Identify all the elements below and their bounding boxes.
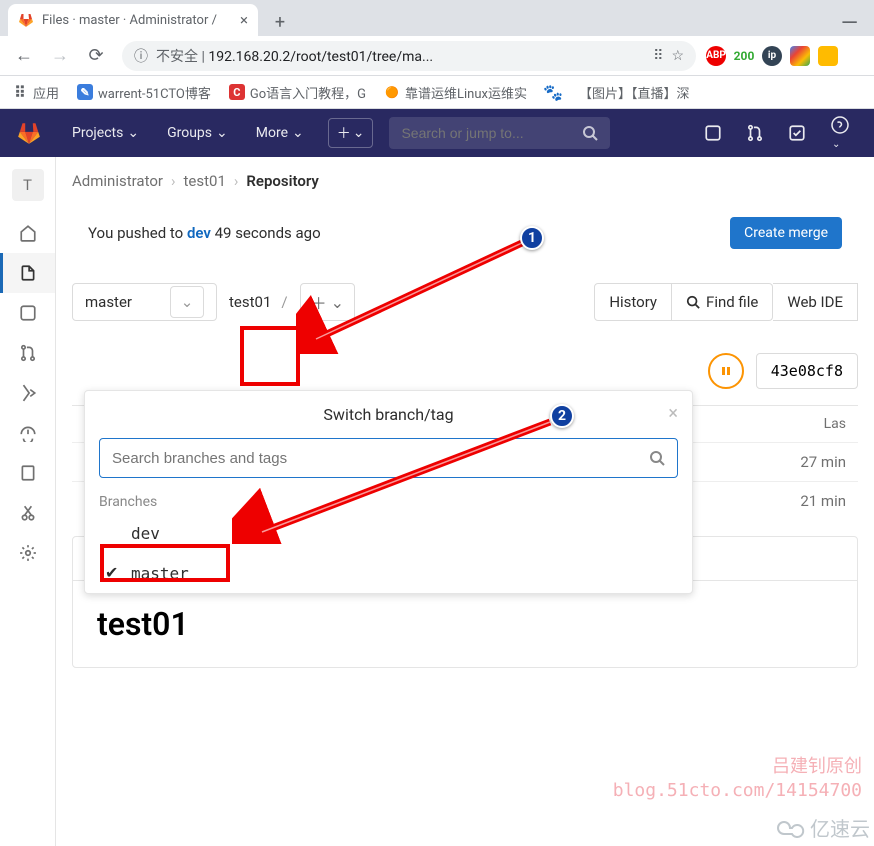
close-icon[interactable]: × xyxy=(668,403,678,424)
chevron-down-icon: ⌄ xyxy=(127,125,139,141)
push-banner: You pushed to dev 49 seconds ago Create … xyxy=(72,205,858,261)
sidebar-merge-requests[interactable] xyxy=(0,333,55,373)
tab-title: Files · master · Administrator / xyxy=(42,13,217,28)
sidebar-issues[interactable] xyxy=(0,293,55,333)
file-time: 21 min xyxy=(800,492,846,510)
more-icon[interactable] xyxy=(846,46,866,66)
readme-title: test01 xyxy=(97,605,833,643)
gtranslate-icon[interactable] xyxy=(790,46,810,66)
path-breadcrumb: test01 / xyxy=(229,293,288,311)
extension-icons: ABP 200 ip xyxy=(706,46,866,66)
find-file-button[interactable]: Find file xyxy=(672,283,773,321)
issues-icon[interactable] xyxy=(696,116,730,150)
history-button[interactable]: History xyxy=(594,283,672,321)
gitlab-logo-icon[interactable] xyxy=(16,120,42,146)
watermark: 吕建钊原创 blog.51cto.com/14154700 xyxy=(613,755,862,802)
annotation-badge-2: 2 xyxy=(550,404,574,428)
todos-icon[interactable] xyxy=(780,116,814,150)
branch-search-input[interactable] xyxy=(112,450,649,467)
search-icon xyxy=(582,125,598,141)
browser-tab-strip: Files · master · Administrator / × + — xyxy=(0,0,874,36)
abp-icon[interactable]: ABP xyxy=(706,46,726,66)
address-bar[interactable]: ⓘ 不安全 | 192.168.20.2/root/test01/tree/ma… xyxy=(122,41,696,71)
forward-button[interactable]: → xyxy=(44,40,76,72)
bookmark-warrent[interactable]: ✎warrent-51CTO博客 xyxy=(77,83,211,102)
chevron-right-icon: › xyxy=(171,172,176,190)
breadcrumb: Administrator › test01 › Repository xyxy=(72,157,858,205)
search-icon xyxy=(686,295,700,309)
plus-icon: ＋ xyxy=(311,290,327,314)
chevron-down-icon: ⌄ xyxy=(216,125,228,141)
new-button[interactable]: ＋⌄ xyxy=(328,118,374,148)
search-icon xyxy=(649,450,665,466)
bookmark-go[interactable]: CGo语言入门教程，G xyxy=(229,83,366,102)
nav-search[interactable] xyxy=(389,117,610,149)
chevron-down-icon: ⌄ xyxy=(292,125,304,141)
branch-name: master xyxy=(85,293,132,311)
help-icon[interactable]: ⌄ xyxy=(822,107,858,159)
sidebar-repository[interactable] xyxy=(0,253,55,293)
plus-icon: ＋ xyxy=(337,123,351,143)
chevron-right-icon: › xyxy=(234,172,239,190)
browser-tab[interactable]: Files · master · Administrator / × xyxy=(8,4,258,36)
nav-groups[interactable]: Groups ⌄ xyxy=(157,117,238,149)
file-time: 27 min xyxy=(800,453,846,471)
repo-toolbar: master ⌄ test01 / ＋⌄ History Find file W… xyxy=(72,283,858,321)
sidebar-settings[interactable] xyxy=(0,533,55,573)
extension-icon[interactable] xyxy=(818,46,838,66)
chevron-down-icon: ⌄ xyxy=(331,293,344,312)
branch-item-dev[interactable]: dev xyxy=(85,514,692,553)
gitlab-top-nav: Projects ⌄ Groups ⌄ More ⌄ ＋⌄ ⌄ xyxy=(0,109,874,157)
sidebar-operations[interactable] xyxy=(0,413,55,453)
info-icon: ⓘ xyxy=(134,46,148,66)
sidebar-wiki[interactable] xyxy=(0,453,55,493)
pipeline-pending-icon[interactable] xyxy=(708,353,744,389)
sidebar-snippets[interactable] xyxy=(0,493,55,533)
web-ide-button[interactable]: Web IDE xyxy=(773,283,858,321)
translate-icon[interactable]: ⠿ xyxy=(653,48,663,64)
chevron-down-icon: ⌄ xyxy=(170,286,204,318)
ip-icon[interactable]: ip xyxy=(762,46,782,66)
badge-200: 200 xyxy=(734,46,754,66)
nav-more[interactable]: More ⌄ xyxy=(246,117,314,149)
apps-icon[interactable]: ⠿应用 xyxy=(12,83,59,102)
branch-item-master[interactable]: ✔ master xyxy=(85,553,692,593)
breadcrumb-owner[interactable]: Administrator xyxy=(72,172,163,190)
nav-search-input[interactable] xyxy=(401,125,582,141)
sidebar-home[interactable] xyxy=(0,213,55,253)
bookmark-linux[interactable]: 🟠靠谱运维Linux运维实 xyxy=(384,83,527,102)
star-icon[interactable]: ☆ xyxy=(671,48,684,64)
close-tab-icon[interactable]: × xyxy=(240,11,248,29)
new-tab-button[interactable]: + xyxy=(266,8,294,36)
merge-requests-icon[interactable] xyxy=(738,116,772,150)
browser-toolbar: ← → ⟳ ⓘ 不安全 | 192.168.20.2/root/test01/t… xyxy=(0,36,874,76)
sidebar-ci[interactable] xyxy=(0,373,55,413)
dropdown-title: Switch branch/tag × xyxy=(85,391,692,438)
branch-selector[interactable]: master ⌄ xyxy=(72,283,217,321)
add-file-button[interactable]: ＋⌄ xyxy=(300,283,355,321)
project-sidebar: T xyxy=(0,157,56,846)
bookmarks-bar: ⠿应用 ✎warrent-51CTO博客 CGo语言入门教程，G 🟠靠谱运维Li… xyxy=(0,76,874,109)
pushed-branch-link[interactable]: dev xyxy=(187,224,211,242)
branch-search[interactable] xyxy=(99,438,678,478)
minimize-icon[interactable]: — xyxy=(825,11,874,36)
breadcrumb-project[interactable]: test01 xyxy=(184,172,226,190)
path-root[interactable]: test01 xyxy=(229,293,271,311)
annotation-badge-1: 1 xyxy=(520,226,544,250)
branch-dropdown: Switch branch/tag × Branches dev ✔ maste… xyxy=(84,390,693,594)
project-avatar[interactable]: T xyxy=(12,169,44,201)
nav-projects[interactable]: Projects ⌄ xyxy=(62,117,149,149)
back-button[interactable]: ← xyxy=(8,40,40,72)
create-merge-request-button[interactable]: Create merge xyxy=(730,217,842,249)
gitlab-favicon-icon xyxy=(18,12,34,28)
bookmark-live[interactable]: 【图片】【直播】深 xyxy=(579,83,690,102)
reload-button[interactable]: ⟳ xyxy=(80,40,112,72)
bookmark-paw[interactable]: 🐾 xyxy=(545,84,561,100)
breadcrumb-current: Repository xyxy=(246,172,318,190)
chevron-down-icon: ⌄ xyxy=(353,125,365,141)
commit-sha[interactable]: 43e08cf8 xyxy=(756,353,858,389)
check-icon: ✔ xyxy=(105,563,121,583)
dropdown-section-label: Branches xyxy=(85,490,692,514)
watermark-brand: 亿速云 xyxy=(776,813,870,842)
